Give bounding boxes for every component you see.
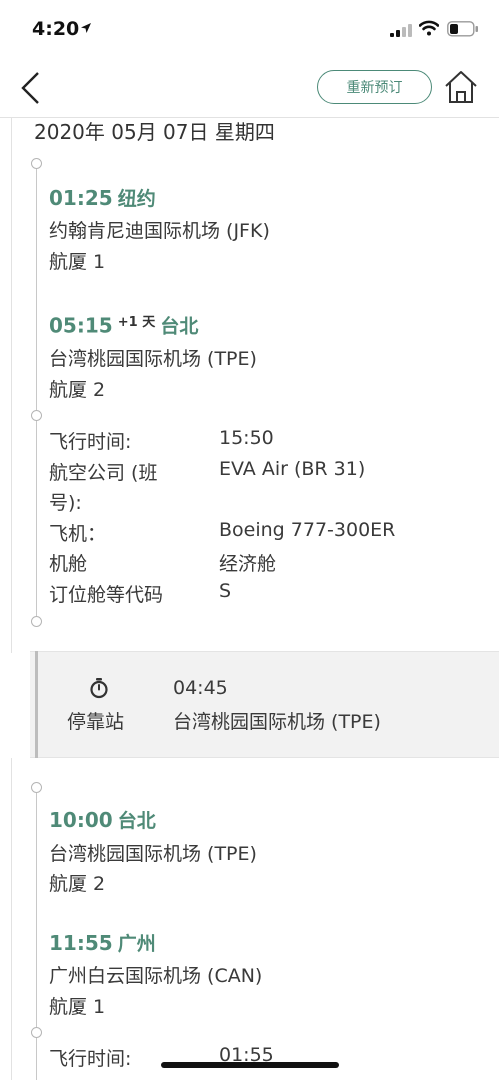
arrival-block: 05:15 +1 天 台北 [49, 311, 198, 338]
aircraft-label: 飞机： [49, 523, 107, 545]
cabin-label: 机舱 [49, 553, 88, 575]
stopwatch-icon [90, 678, 108, 699]
departure-airport: 台湾桃园国际机场 (TPE) [49, 843, 257, 865]
flight-time-label: 飞行时间: [49, 1048, 132, 1070]
departure-block: 01:25 纽约 [49, 184, 156, 211]
arrival-airport: 广州白云国际机场 (CAN) [49, 965, 263, 987]
arrival-airport: 台湾桃园国际机场 (TPE) [49, 348, 257, 370]
card-border [11, 118, 12, 653]
arrival-terminal: 航厦 2 [49, 379, 106, 401]
timeline-node [31, 782, 42, 793]
layover-airport: 台湾桃园国际机场 (TPE) [173, 711, 381, 733]
airline-label: 航空公司 (班 [49, 462, 158, 484]
layover-label: 停靠站 [67, 711, 125, 733]
flight-time-value: 15:50 [219, 427, 274, 449]
card-border [11, 758, 12, 1080]
departure-time: 10:00 [49, 808, 113, 832]
cabin-value: 经济舱 [219, 553, 277, 575]
departure-city: 台北 [117, 810, 156, 832]
layover-timeline [35, 651, 38, 758]
arrival-city: 广州 [117, 933, 156, 955]
departure-time: 01:25 [49, 186, 113, 210]
location-arrow-icon [81, 23, 91, 33]
departure-airport: 约翰肯尼迪国际机场 (JFK) [49, 220, 270, 242]
departure-city: 纽约 [117, 188, 156, 210]
timeline-line [36, 164, 37, 621]
layover-duration: 04:45 [173, 677, 228, 699]
timeline-node [31, 158, 42, 169]
timeline-node [31, 616, 42, 627]
booking-class-label: 订位舱等代码 [49, 584, 164, 606]
status-time: 4:20 [32, 18, 80, 40]
timeline-node [31, 410, 42, 421]
departure-terminal: 航厦 2 [49, 873, 106, 895]
arrival-time: 11:55 [49, 931, 113, 955]
day-offset: +1 天 [117, 315, 156, 330]
departure-block: 10:00 台北 [49, 806, 156, 833]
aircraft-value: Boeing 777-300ER [219, 519, 396, 541]
arrival-city: 台北 [160, 315, 199, 338]
airline-label-cont: 号): [49, 492, 82, 514]
home-indicator[interactable] [161, 1062, 339, 1068]
back-chevron-icon[interactable] [18, 70, 44, 106]
timeline-node [31, 1027, 42, 1038]
arrival-terminal: 航厦 1 [49, 996, 106, 1018]
rebook-button[interactable]: 重新预订 [317, 70, 432, 104]
booking-class-value: S [219, 580, 232, 602]
airline-value: EVA Air (BR 31) [219, 458, 366, 480]
layover-panel [30, 651, 499, 758]
home-icon[interactable] [443, 68, 479, 106]
wifi-icon [419, 20, 439, 36]
flight-time-label: 飞行时间: [49, 431, 132, 453]
battery-icon [447, 21, 478, 37]
cellular-signal-icon [390, 24, 412, 37]
arrival-block: 11:55 广州 [49, 929, 156, 956]
trip-date: 2020年 05月 07日 星期四 [34, 120, 275, 144]
arrival-time: 05:15 [49, 313, 113, 338]
departure-terminal: 航厦 1 [49, 251, 106, 273]
